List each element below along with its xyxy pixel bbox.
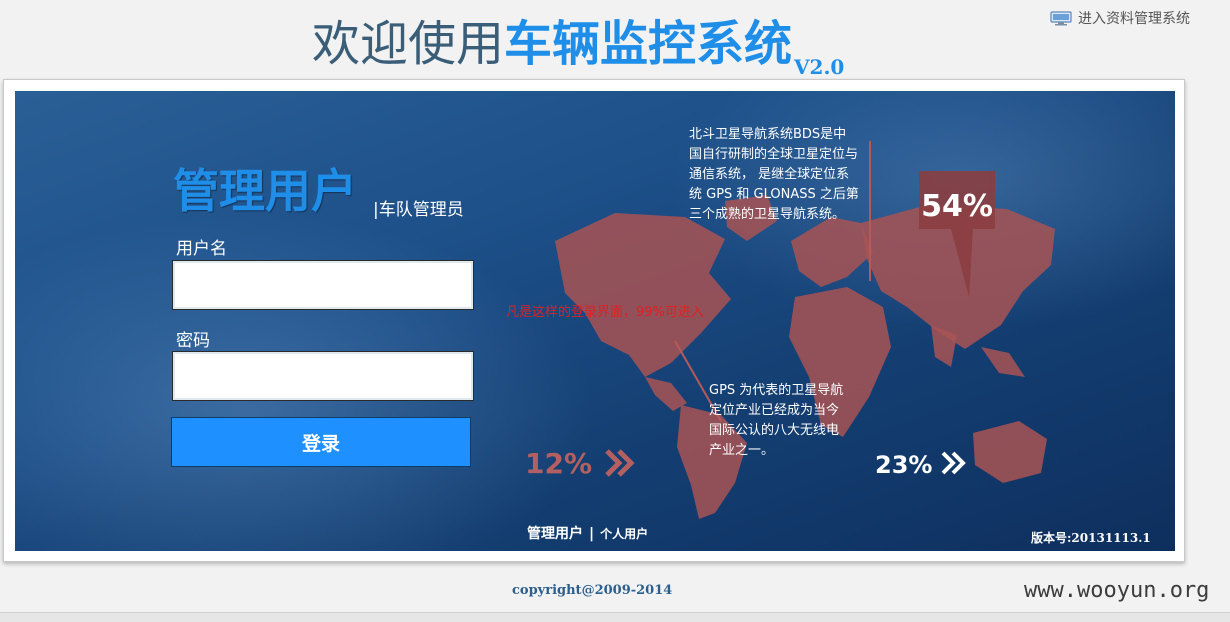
- double-chevron-right-icon: [941, 451, 966, 475]
- password-input[interactable]: [172, 351, 474, 401]
- title-highlight: 车辆监控系统: [504, 16, 793, 72]
- username-label: 用户名: [176, 239, 227, 259]
- user-type-tabs: 管理用户 | 个人用户: [527, 523, 648, 543]
- title-prefix: 欢迎使用: [312, 16, 505, 72]
- hint-text: 凡是这样的登录界面，99%可进入: [506, 305, 704, 320]
- double-chevron-right-icon: [605, 449, 635, 477]
- login-button[interactable]: 登录: [171, 417, 471, 467]
- password-label: 密码: [176, 331, 210, 351]
- login-panel-title: 管理用户: [173, 164, 357, 218]
- data-management-link[interactable]: 进入资料管理系统: [1050, 8, 1190, 28]
- stat-left-label: 12%: [525, 447, 592, 480]
- tab-personal-user[interactable]: 个人用户: [600, 527, 648, 541]
- login-frame: 54% 12% 23% 凡是这样的登录界面，99%可进入 北斗卫星导航系统BDS…: [3, 79, 1185, 562]
- page-header: 欢迎使用车辆监控系统 V2.0 进入资料管理系统: [0, 0, 1230, 80]
- tab-separator: |: [589, 526, 595, 542]
- version-number: 版本号:20131113.1: [1031, 531, 1151, 545]
- stat-top-label: 54%: [921, 189, 993, 224]
- gps-description: GPS 为代表的卫星导航定位产业已经成为当今国际公认的八大无线电产业之一。: [709, 383, 844, 458]
- watermark: www.wooyun.org: [1024, 578, 1210, 603]
- login-banner: 54% 12% 23% 凡是这样的登录界面，99%可进入 北斗卫星导航系统BDS…: [15, 91, 1175, 551]
- stat-right-label: 23%: [875, 451, 932, 479]
- copyright-text: copyright@2009-2014: [512, 583, 673, 598]
- username-input[interactable]: [172, 260, 474, 310]
- data-management-link-label: 进入资料管理系统: [1078, 11, 1190, 27]
- monitor-icon: [1050, 10, 1072, 25]
- beidou-description: 北斗卫星导航系统BDS是中国自行研制的全球卫星定位与通信系统， 是继全球定位系统…: [689, 127, 859, 222]
- login-panel-subtitle: |车队管理员: [373, 200, 464, 220]
- tab-admin-user[interactable]: 管理用户: [527, 526, 583, 542]
- version-tag: V2.0: [794, 55, 845, 79]
